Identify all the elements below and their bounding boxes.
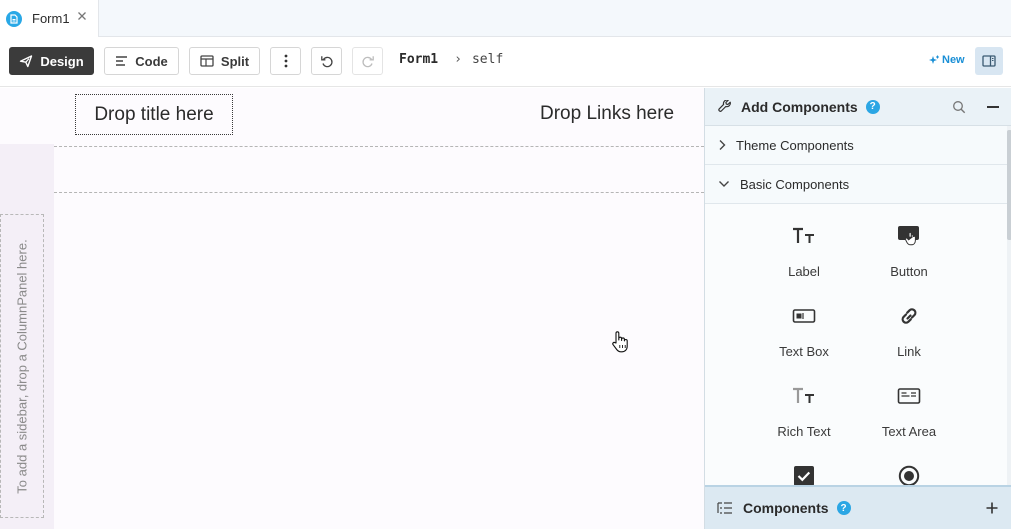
component-label[interactable]: Label: [754, 221, 854, 279]
component-text-area[interactable]: Text Area: [859, 381, 959, 439]
panel-title: Add Components: [741, 98, 858, 115]
tab-form1[interactable]: Form1: [0, 0, 99, 37]
breadcrumb-separator: ›: [454, 52, 462, 67]
design-canvas[interactable]: To add a sidebar, drop a ColumnPanel her…: [0, 88, 704, 529]
help-icon[interactable]: ?: [836, 501, 851, 515]
code-button[interactable]: Code: [104, 47, 179, 75]
search-icon[interactable]: [952, 100, 966, 114]
scrollbar-thumb[interactable]: [1007, 130, 1011, 240]
new-button[interactable]: New: [929, 54, 965, 66]
label-icon: [754, 221, 854, 251]
breadcrumb-root[interactable]: Form1: [399, 52, 438, 67]
redo-button[interactable]: [352, 47, 383, 75]
rich-text-icon: [754, 381, 854, 411]
hand-cursor-icon: [610, 330, 630, 354]
title-drop-zone[interactable]: Drop title here: [75, 94, 233, 135]
minus-icon[interactable]: [987, 106, 999, 108]
split-label: Split: [220, 53, 250, 69]
close-icon[interactable]: [76, 10, 88, 22]
tab-bar: Form1: [0, 0, 1011, 37]
chevron-down-icon: [718, 180, 730, 188]
tab-label: Form1: [32, 11, 70, 26]
send-icon: [19, 54, 33, 68]
code-label: Code: [135, 53, 168, 69]
component-name: Text Area: [881, 424, 937, 439]
component-link[interactable]: Link: [859, 301, 959, 359]
toolbar: Design Code Split Form1 › self New: [0, 37, 1011, 87]
design-label: Design: [40, 53, 84, 69]
panel-toggle-button[interactable]: [975, 47, 1003, 75]
components-tree-header[interactable]: Components ?: [705, 485, 1011, 529]
section-basic-components[interactable]: Basic Components: [705, 165, 1007, 204]
more-options-button[interactable]: [270, 47, 301, 75]
undo-icon: [320, 54, 334, 68]
panel-header: Add Components ?: [705, 88, 1011, 126]
sparkle-icon: [929, 55, 940, 66]
component-grid: Label Button Text Box Link Rich Text Tex…: [705, 205, 1007, 485]
component-name: Rich Text: [777, 424, 831, 439]
tree-list-icon: [717, 501, 733, 515]
divider: [54, 146, 704, 147]
components-title: Components: [743, 500, 829, 516]
sidebar-toggle-icon: [982, 55, 996, 67]
form-file-icon: [6, 10, 22, 27]
help-icon[interactable]: ?: [865, 99, 880, 114]
components-panel: Add Components ? Theme Components Basic …: [704, 88, 1011, 529]
button-icon: [859, 221, 959, 251]
radio-button-icon: [859, 461, 959, 485]
component-radio-button[interactable]: [859, 461, 959, 485]
panel-scrollbar[interactable]: [1007, 126, 1011, 486]
breadcrumb-current[interactable]: self: [472, 52, 503, 67]
component-name: Button: [890, 264, 928, 279]
component-button[interactable]: Button: [859, 221, 959, 279]
component-checkbox[interactable]: [754, 461, 854, 485]
vertical-dots-icon: [284, 54, 288, 68]
text-area-icon: [859, 381, 959, 411]
sidebar-slot-area: To add a sidebar, drop a ColumnPanel her…: [0, 144, 54, 529]
undo-button[interactable]: [311, 47, 342, 75]
lines-icon: [115, 55, 128, 67]
component-name: Link: [897, 344, 921, 359]
section-theme-components[interactable]: Theme Components: [705, 126, 1007, 165]
split-view-icon: [200, 55, 214, 67]
component-name: Text Box: [779, 344, 829, 359]
sidebar-hint: To add a sidebar, drop a ColumnPanel her…: [14, 238, 30, 494]
redo-icon: [361, 54, 375, 68]
breadcrumb: Form1 › self: [399, 52, 503, 67]
checkbox-icon: [754, 461, 854, 485]
section-label: Basic Components: [740, 176, 850, 192]
divider: [54, 192, 704, 193]
new-label: New: [942, 54, 965, 66]
wrench-icon: [718, 99, 732, 114]
split-button[interactable]: Split: [189, 47, 260, 75]
links-drop-zone[interactable]: Drop Links here: [540, 103, 674, 125]
sidebar-drop-zone[interactable]: To add a sidebar, drop a ColumnPanel her…: [0, 214, 44, 518]
component-name: Label: [788, 264, 820, 279]
component-rich-text[interactable]: Rich Text: [754, 381, 854, 439]
plus-icon[interactable]: [986, 502, 998, 514]
design-button[interactable]: Design: [9, 47, 94, 75]
section-label: Theme Components: [736, 137, 854, 153]
link-icon: [859, 301, 959, 331]
chevron-right-icon: [718, 139, 726, 151]
component-text-box[interactable]: Text Box: [754, 301, 854, 359]
textbox-icon: [754, 301, 854, 331]
